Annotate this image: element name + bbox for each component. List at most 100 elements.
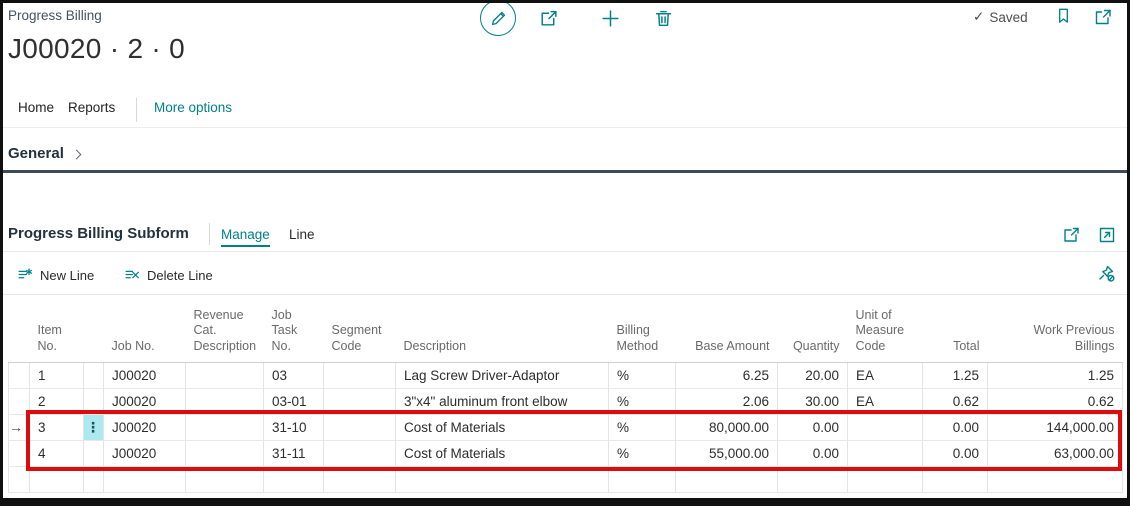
- subform-separator: [3, 251, 1127, 252]
- cell-job_no[interactable]: J00020: [104, 414, 186, 440]
- tab-reports[interactable]: Reports: [68, 100, 115, 115]
- cell-work_previous_billings[interactable]: 144,000.00: [988, 414, 1123, 440]
- cell-billing_method[interactable]: %: [609, 362, 676, 388]
- cell-base_amount[interactable]: 80,000.00: [676, 414, 778, 440]
- cell-item_no[interactable]: 1: [30, 362, 84, 388]
- cell-total[interactable]: 0.00: [923, 440, 988, 466]
- cell-item_no[interactable]: 2: [30, 388, 84, 414]
- cell-job_task_no[interactable]: 31-10: [264, 414, 324, 440]
- cell-unit_of_measure_code[interactable]: EA: [848, 388, 923, 414]
- check-icon: ✓: [973, 9, 984, 25]
- cell-billing_method[interactable]: %: [609, 414, 676, 440]
- cell-billing_method: [609, 466, 676, 492]
- add-icon[interactable]: [600, 8, 621, 29]
- cell-description: [396, 466, 609, 492]
- cell-job_no[interactable]: J00020: [104, 440, 186, 466]
- cell-item_no: [30, 466, 84, 492]
- cell-description[interactable]: Cost of Materials: [396, 440, 609, 466]
- general-section-header[interactable]: General: [8, 145, 80, 162]
- cell-work_previous_billings[interactable]: 63,000.00: [988, 440, 1123, 466]
- nav-divider: [136, 98, 137, 122]
- page-caption: Progress Billing: [8, 8, 102, 23]
- cell-segment_code[interactable]: [324, 440, 396, 466]
- cell-base_amount[interactable]: 2.06: [676, 388, 778, 414]
- column-header-quantity[interactable]: Quantity: [778, 295, 848, 362]
- cell-item_no[interactable]: 3: [30, 414, 84, 440]
- column-header-description[interactable]: Description: [396, 295, 609, 362]
- cell-description[interactable]: Cost of Materials: [396, 414, 609, 440]
- delete-line-button[interactable]: Delete Line: [123, 265, 213, 285]
- row-selector-cell: [9, 466, 30, 492]
- cell-revenue_cat_description[interactable]: [186, 414, 264, 440]
- cell-unit_of_measure_code: [848, 466, 923, 492]
- pin-icon[interactable]: [1096, 263, 1116, 283]
- column-header-work_previous_billings[interactable]: Work Previous Billings: [988, 295, 1123, 362]
- cell-quantity[interactable]: 30.00: [778, 388, 848, 414]
- cell-job_no[interactable]: J00020: [104, 362, 186, 388]
- cell-item_no[interactable]: 4: [30, 440, 84, 466]
- column-header-unit_of_measure_code[interactable]: Unit of Measure Code: [848, 295, 923, 362]
- bookmark-icon[interactable]: [1054, 6, 1073, 25]
- column-header-item_no[interactable]: Item No.: [30, 295, 84, 362]
- grid-body: 1J0002003Lag Screw Driver-Adaptor%6.2520…: [9, 362, 1123, 492]
- column-header-total[interactable]: Total: [923, 295, 988, 362]
- row-menu-button[interactable]: ⋮: [84, 414, 104, 440]
- open-in-new-window-icon[interactable]: [1093, 7, 1113, 27]
- row-menu-cell: [84, 362, 104, 388]
- cell-quantity[interactable]: 0.00: [778, 440, 848, 466]
- cell-revenue_cat_description[interactable]: [186, 440, 264, 466]
- cell-work_previous_billings[interactable]: 1.25: [988, 362, 1123, 388]
- cell-quantity[interactable]: 0.00: [778, 414, 848, 440]
- grid-row: 4J0002031-11Cost of Materials%55,000.000…: [9, 440, 1123, 466]
- grid-empty-row: [9, 466, 1123, 492]
- column-header-billing_method[interactable]: Billing Method: [609, 295, 676, 362]
- cell-base_amount[interactable]: 6.25: [676, 362, 778, 388]
- cell-total[interactable]: 0.00: [923, 414, 988, 440]
- tab-home[interactable]: Home: [18, 100, 54, 115]
- column-header-base_amount[interactable]: Base Amount: [676, 295, 778, 362]
- cell-work_previous_billings: [988, 466, 1123, 492]
- cell-unit_of_measure_code[interactable]: EA: [848, 362, 923, 388]
- cell-segment_code[interactable]: [324, 414, 396, 440]
- new-line-button[interactable]: New Line: [16, 265, 94, 285]
- grid-row: 2 J00020 03-01 3"x4" aluminum front elbow%2…: [9, 388, 1123, 414]
- cell-job_no[interactable]: J00020: [104, 388, 186, 414]
- cell-job_task_no: [264, 466, 324, 492]
- cell-billing_method[interactable]: %: [609, 440, 676, 466]
- share-icon[interactable]: [1061, 225, 1081, 245]
- cell-revenue_cat_description[interactable]: [186, 362, 264, 388]
- column-header-job_task_no[interactable]: Job Task No.: [264, 295, 324, 362]
- cell-segment_code[interactable]: [324, 362, 396, 388]
- delete-icon[interactable]: [653, 8, 674, 29]
- chevron-right-icon: [71, 149, 81, 159]
- column-header-blank: [84, 295, 104, 362]
- edit-icon[interactable]: [480, 0, 516, 36]
- cell-description[interactable]: 3"x4" aluminum front elbow: [396, 388, 609, 414]
- tab-manage[interactable]: Manage: [221, 227, 270, 247]
- new-line-label: New Line: [40, 268, 94, 283]
- cell-total[interactable]: 0.62: [923, 388, 988, 414]
- cell-revenue_cat_description: [186, 466, 264, 492]
- more-options-link[interactable]: More options: [154, 100, 232, 115]
- cell-base_amount[interactable]: 55,000.00: [676, 440, 778, 466]
- column-header-revenue_cat_description[interactable]: Revenue Cat. Description: [186, 295, 264, 362]
- cell-billing_method[interactable]: %: [609, 388, 676, 414]
- cell-base_amount: [676, 466, 778, 492]
- tab-line[interactable]: Line: [289, 227, 315, 242]
- cell-job_task_no[interactable]: 31-11: [264, 440, 324, 466]
- cell-job_task_no[interactable]: 03: [264, 362, 324, 388]
- share-icon[interactable]: [538, 8, 559, 29]
- column-header-segment_code[interactable]: Segment Code: [324, 295, 396, 362]
- cell-segment_code[interactable]: [324, 388, 396, 414]
- cell-description[interactable]: Lag Screw Driver-Adaptor: [396, 362, 609, 388]
- column-header-job_no[interactable]: Job No.: [104, 295, 186, 362]
- cell-revenue_cat_description[interactable]: [186, 388, 264, 414]
- cell-unit_of_measure_code[interactable]: [848, 414, 923, 440]
- general-underline: [3, 170, 1127, 173]
- cell-total[interactable]: 1.25: [923, 362, 988, 388]
- cell-work_previous_billings[interactable]: 0.62: [988, 388, 1123, 414]
- cell-unit_of_measure_code[interactable]: [848, 440, 923, 466]
- cell-quantity[interactable]: 20.00: [778, 362, 848, 388]
- expand-icon[interactable]: [1097, 225, 1117, 245]
- cell-job_task_no[interactable]: 03-01: [264, 388, 324, 414]
